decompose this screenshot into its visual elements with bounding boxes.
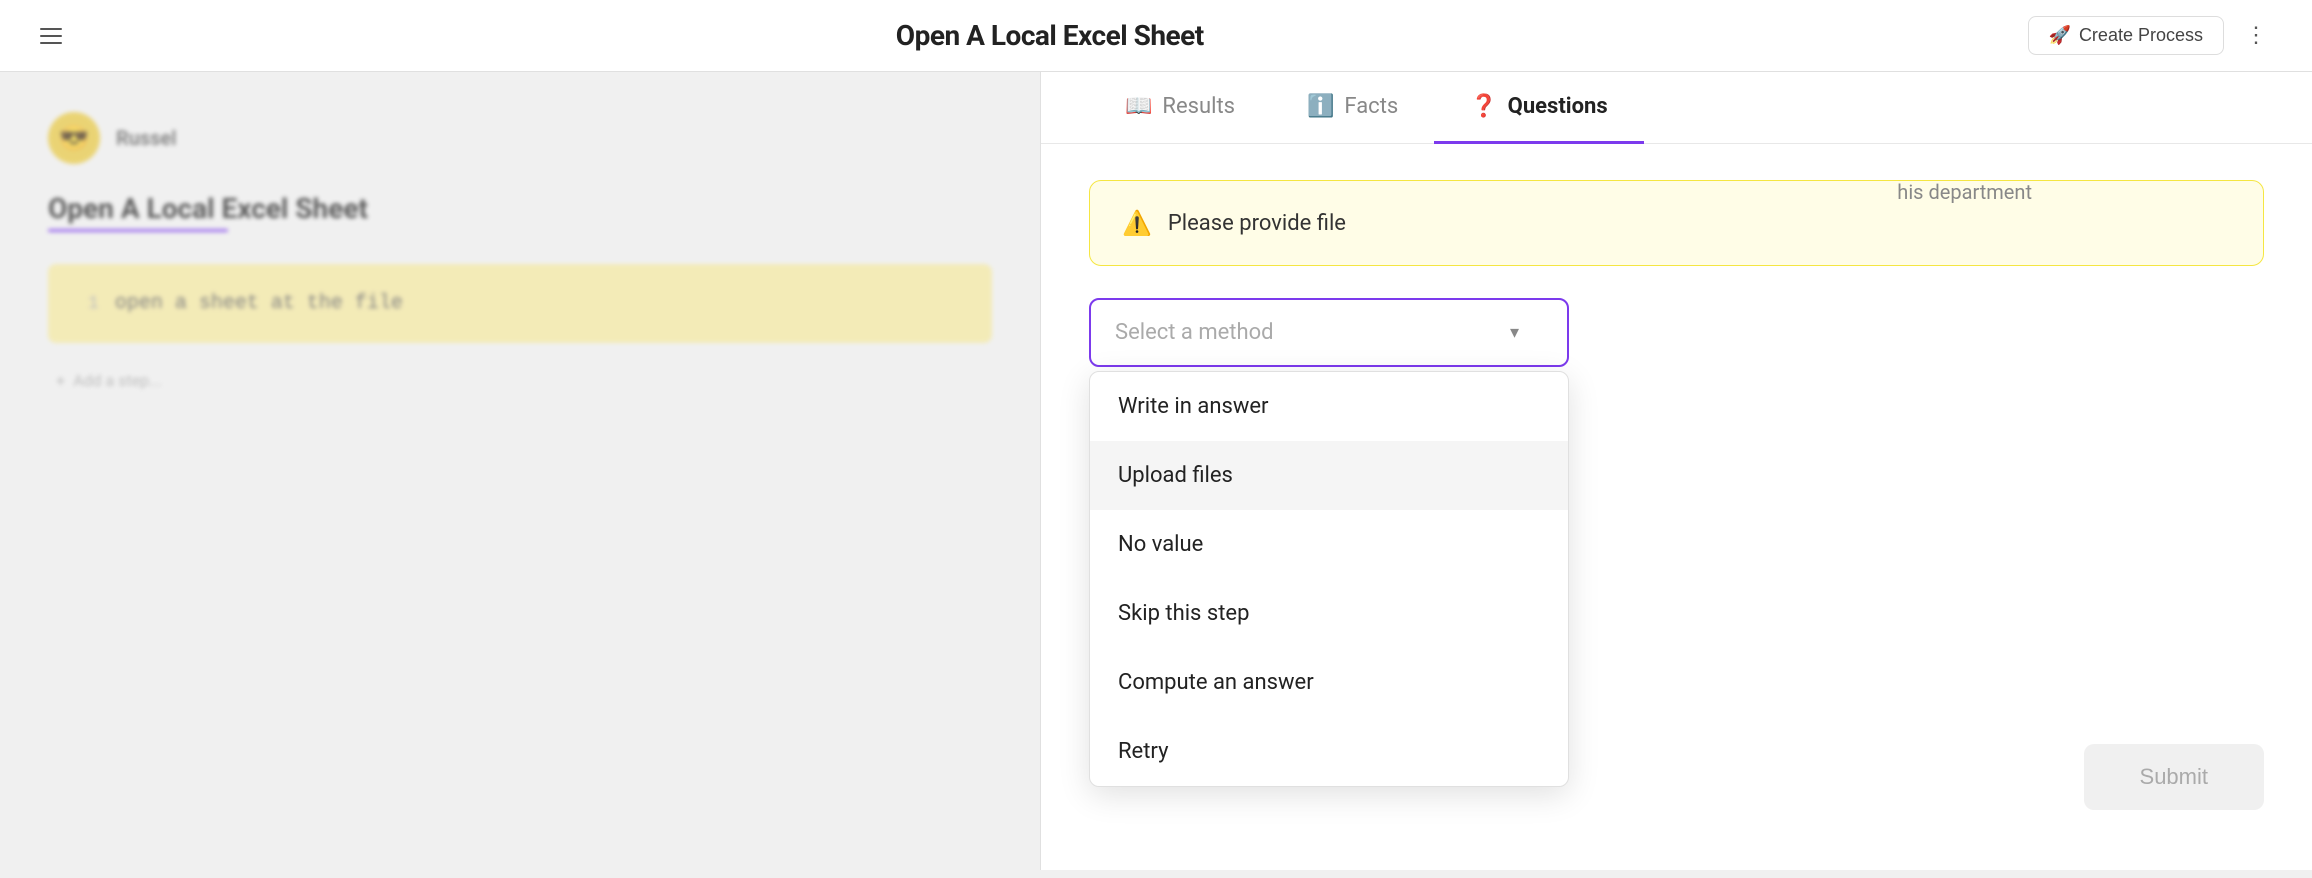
tab-results-label: Results xyxy=(1162,94,1235,119)
warning-box: ⚠️ Please provide file xyxy=(1089,180,2264,266)
select-method-dropdown[interactable]: Select a method ▾ xyxy=(1089,298,1569,367)
results-icon: 📖 xyxy=(1125,94,1152,119)
dropdown-item-skip-label: Skip this step xyxy=(1118,601,1249,626)
step-number: 1 xyxy=(88,294,99,314)
menu-icon[interactable] xyxy=(40,20,72,52)
create-process-label: Create Process xyxy=(2079,25,2203,46)
side-panel: 📖 Results ℹ️ Facts ❓ Questions ⚠️ Please… xyxy=(1040,72,2312,870)
avatar: 😎 xyxy=(48,112,100,164)
main-process-title: Open A Local Excel Sheet xyxy=(48,192,992,225)
warning-text: Please provide file xyxy=(1168,211,1346,236)
add-icon: + xyxy=(56,371,65,390)
tab-results[interactable]: 📖 Results xyxy=(1089,73,1271,144)
process-title-row: 😎 Russel xyxy=(48,112,992,164)
select-method-wrapper: Select a method ▾ Write in answer Upload… xyxy=(1089,298,1569,367)
tab-facts-label: Facts xyxy=(1344,94,1398,119)
panel-body: ⚠️ Please provide file Select a method ▾… xyxy=(1041,144,2312,870)
warning-icon: ⚠️ xyxy=(1122,209,1152,237)
dropdown-item-compute[interactable]: Compute an answer xyxy=(1090,648,1568,717)
dropdown-item-upload-files[interactable]: Upload files xyxy=(1090,441,1568,510)
add-step-label: Add a step... xyxy=(73,371,162,390)
facts-icon: ℹ️ xyxy=(1307,94,1334,119)
rocket-icon: 🚀 xyxy=(2049,25,2071,46)
add-step[interactable]: + Add a step... xyxy=(48,359,992,390)
tab-questions-label: Questions xyxy=(1508,94,1608,119)
panel-tabs: 📖 Results ℹ️ Facts ❓ Questions xyxy=(1041,72,2312,144)
topbar-menu-button[interactable]: ⋮ xyxy=(2240,20,2272,52)
dropdown-item-compute-label: Compute an answer xyxy=(1118,670,1314,695)
dropdown-item-write-in[interactable]: Write in answer xyxy=(1090,372,1568,441)
tab-questions[interactable]: ❓ Questions xyxy=(1434,73,1643,144)
avatar-emoji: 😎 xyxy=(59,124,89,152)
dropdown-menu: Write in answer Upload files No value Sk… xyxy=(1089,371,1569,787)
title-underline xyxy=(48,229,228,232)
topbar-right: 🚀 Create Process ⋮ xyxy=(2028,16,2272,55)
dropdown-item-retry[interactable]: Retry xyxy=(1090,717,1568,786)
questions-icon: ❓ xyxy=(1470,94,1497,119)
main-content-blurred: 😎 Russel Open A Local Excel Sheet 1 open… xyxy=(0,80,1040,878)
dropdown-item-upload-files-label: Upload files xyxy=(1118,463,1233,488)
dropdown-item-no-value[interactable]: No value xyxy=(1090,510,1568,579)
page-title: Open A Local Excel Sheet xyxy=(72,19,2028,52)
topbar-left xyxy=(40,20,72,52)
submit-button[interactable]: Submit xyxy=(2084,744,2264,810)
chevron-down-icon: ▾ xyxy=(1510,322,1519,343)
topbar: Open A Local Excel Sheet 🚀 Create Proces… xyxy=(0,0,2312,72)
tab-facts[interactable]: ℹ️ Facts xyxy=(1271,73,1434,144)
process-name: Russel xyxy=(116,126,176,150)
step-text: open a sheet at the file xyxy=(115,292,403,315)
create-process-button[interactable]: 🚀 Create Process xyxy=(2028,16,2224,55)
dropdown-item-retry-label: Retry xyxy=(1118,739,1168,764)
dropdown-item-write-in-label: Write in answer xyxy=(1118,394,1269,419)
department-text: his department xyxy=(1897,180,2032,204)
dropdown-item-skip[interactable]: Skip this step xyxy=(1090,579,1568,648)
dropdown-item-no-value-label: No value xyxy=(1118,532,1203,557)
step-card: 1 open a sheet at the file xyxy=(48,264,992,343)
select-placeholder: Select a method xyxy=(1115,320,1274,345)
